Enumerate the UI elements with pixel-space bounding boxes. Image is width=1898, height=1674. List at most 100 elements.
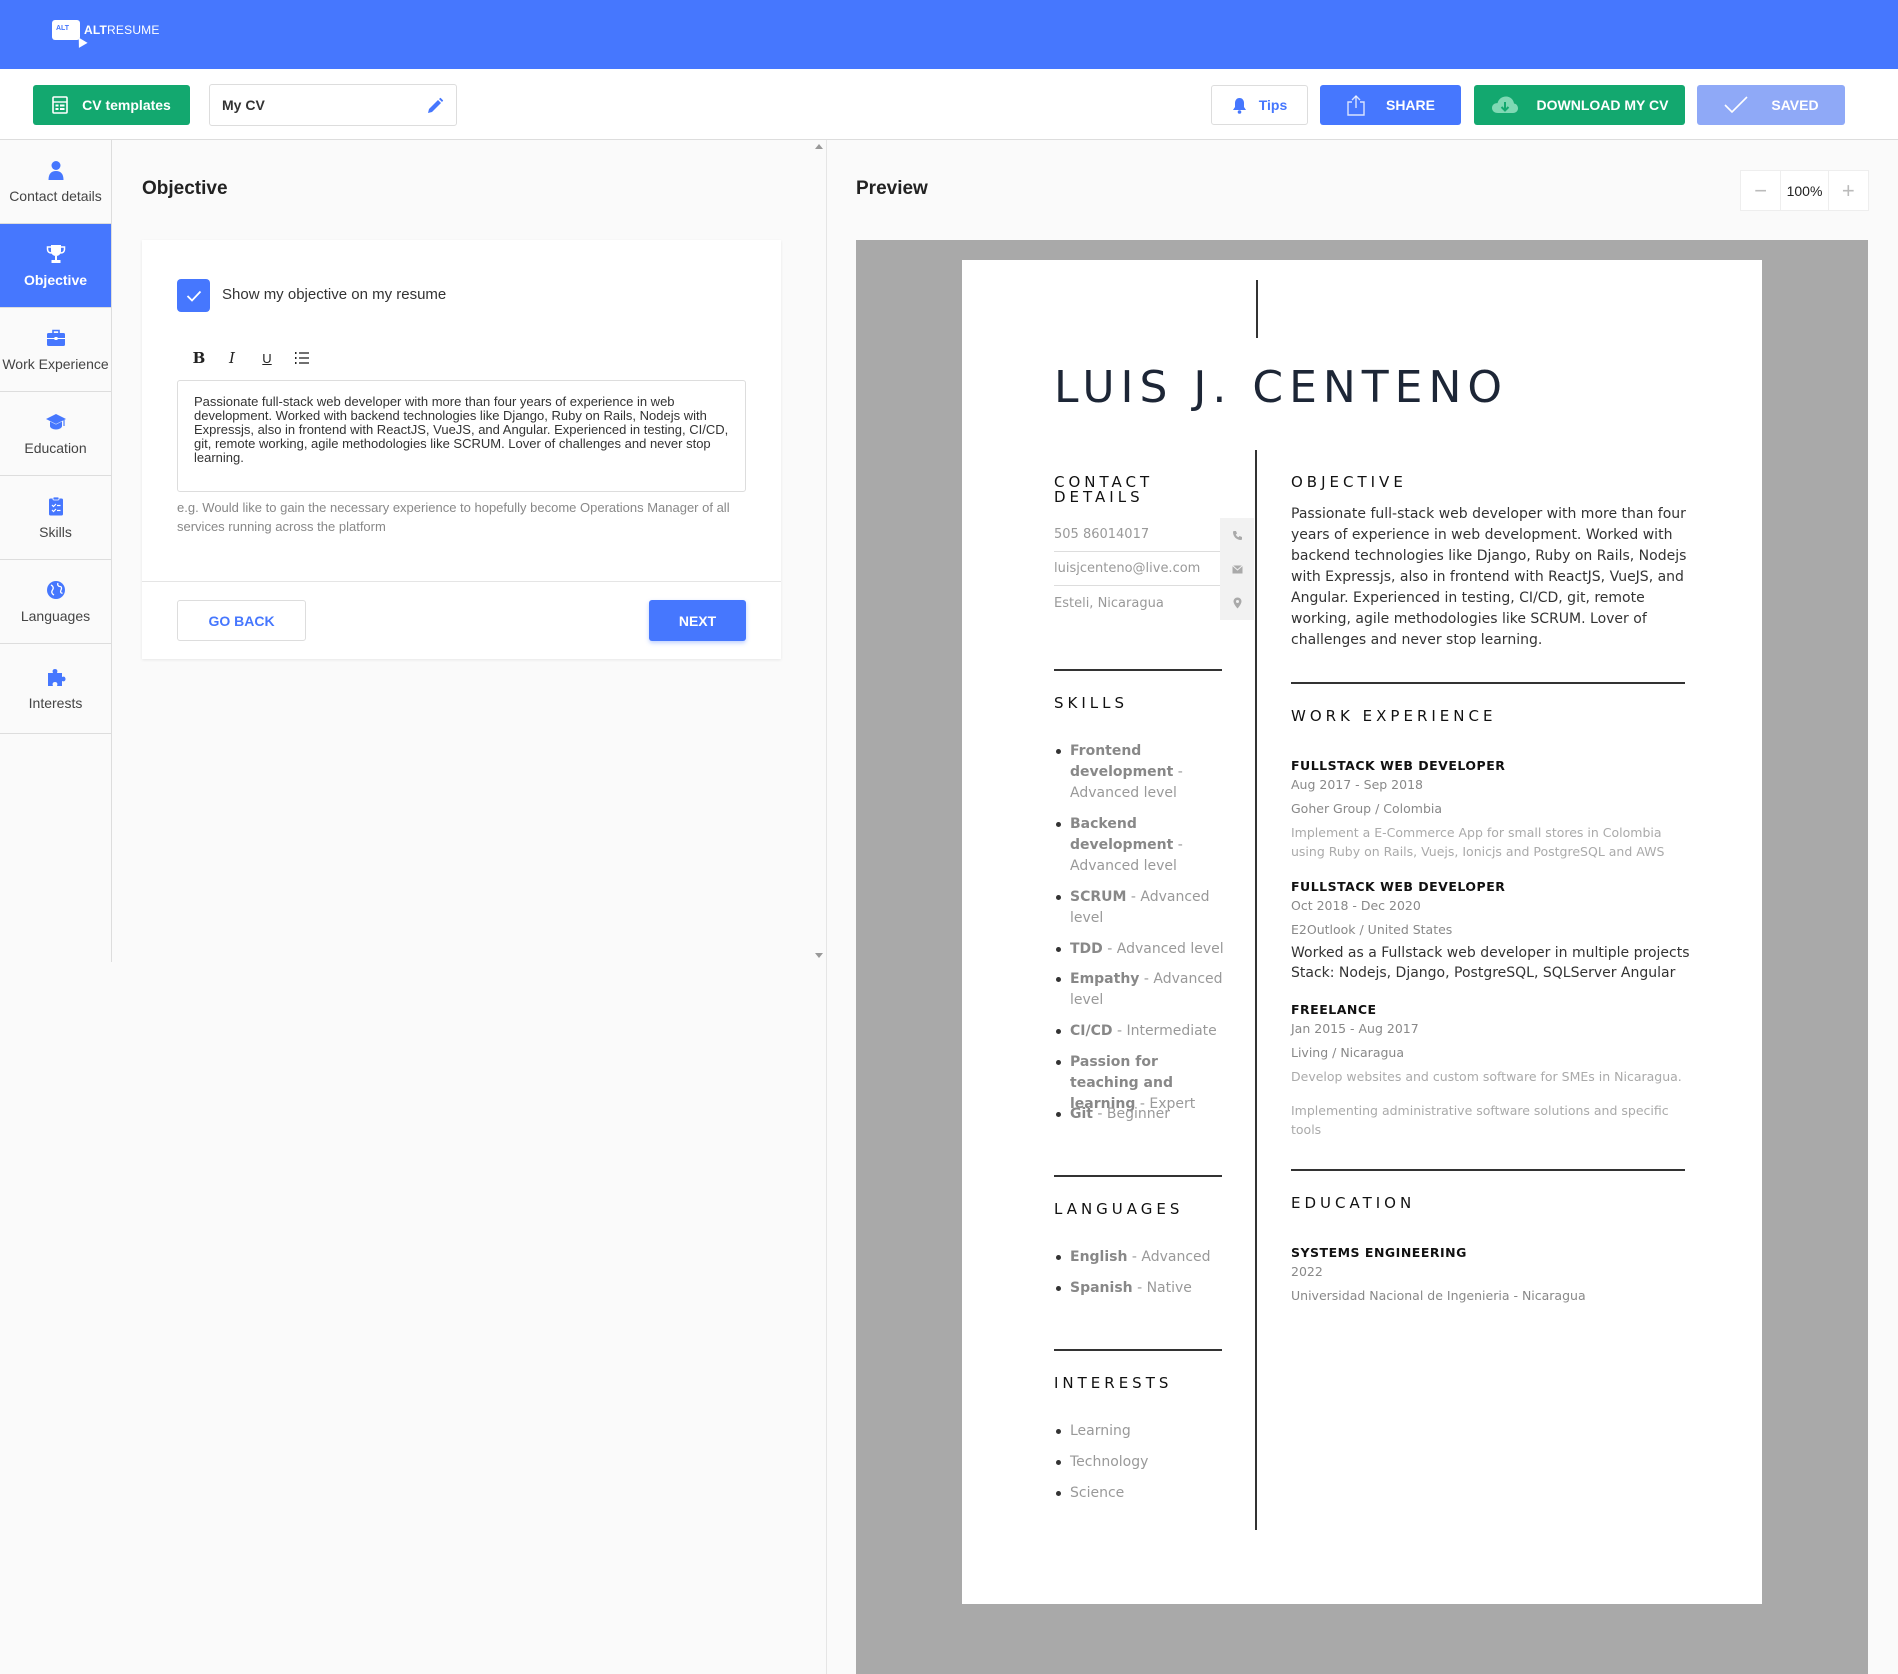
- zoom-control: − 100% +: [1740, 170, 1869, 211]
- language-item: English - Advanced: [1054, 1247, 1224, 1268]
- app-logo[interactable]: ALT ALTRESUME: [52, 20, 160, 48]
- work-rule: [1291, 682, 1685, 684]
- job-company: Goher Group / Colombia: [1291, 801, 1443, 816]
- briefcase-icon: [46, 329, 65, 346]
- job-description: Implement a E-Commerce App for small sto…: [1291, 825, 1665, 859]
- education-rule: [1291, 1169, 1685, 1171]
- objective-hint: e.g. Would like to gain the necessary ex…: [177, 500, 730, 534]
- resume-top-line: [1256, 280, 1258, 338]
- objective-text: Passionate full-stack web developer with…: [1291, 506, 1687, 648]
- cv-templates-button[interactable]: CV templates: [33, 85, 190, 125]
- graduation-cap-icon: [45, 413, 66, 429]
- share-icon: [1347, 95, 1365, 116]
- job-title: FREELANCE: [1291, 1002, 1377, 1017]
- resume-name: LUIS J. CENTENO: [1054, 362, 1509, 413]
- check-icon: [186, 290, 201, 302]
- skill-item: TDD - Advanced level: [1054, 939, 1224, 960]
- languages-heading: LANGUAGES: [1054, 1200, 1184, 1218]
- job-company: E2Outlook / United States: [1291, 922, 1453, 937]
- pencil-icon[interactable]: [426, 97, 444, 115]
- education-heading: EDUCATION: [1291, 1194, 1416, 1212]
- contact-location: Esteli, Nicaragua: [1054, 586, 1254, 620]
- person-icon: [48, 160, 63, 180]
- sidebar-item-contact-details[interactable]: Contact details: [0, 140, 111, 224]
- zoom-out-button[interactable]: −: [1741, 171, 1780, 210]
- sidebar-item-objective[interactable]: Objective: [0, 224, 111, 308]
- bell-icon: [1232, 97, 1246, 114]
- objective-textarea[interactable]: Passionate full-stack web developer with…: [177, 380, 746, 492]
- phone-icon: [1232, 530, 1242, 540]
- section-sidebar: Contact details Objective Work Experienc…: [0, 140, 112, 962]
- work-heading: WORK EXPERIENCE: [1291, 707, 1497, 725]
- objective-heading: OBJECTIVE: [1291, 473, 1407, 491]
- sidebar-item-skills[interactable]: Skills: [0, 476, 111, 560]
- trophy-icon: [46, 244, 65, 263]
- editor-scrollbar[interactable]: [812, 140, 825, 962]
- next-button[interactable]: NEXT: [649, 600, 746, 641]
- app-header: ALT ALTRESUME: [0, 0, 1898, 69]
- contact-heading: CONTACT DETAILS: [1054, 473, 1154, 506]
- tips-button[interactable]: Tips: [1211, 85, 1308, 125]
- ordered-list-icon: [295, 352, 309, 364]
- contact-phone: 505 86014017: [1054, 518, 1254, 552]
- sidebar-item-languages[interactable]: Languages: [0, 560, 111, 644]
- job-title: FULLSTACK WEB DEVELOPER: [1291, 758, 1506, 773]
- saved-button[interactable]: SAVED: [1697, 85, 1845, 125]
- skill-item: Frontend development - Advanced level: [1054, 741, 1224, 804]
- toolbar: CV templates My CV Tips SHARE DOWNLOAD M…: [0, 69, 1898, 140]
- card-divider: [142, 581, 781, 582]
- job-description: Implementing administrative software sol…: [1291, 1103, 1669, 1137]
- job-company: Living / Nicaragua: [1291, 1045, 1404, 1060]
- sidebar-item-work-experience[interactable]: Work Experience: [0, 308, 111, 392]
- sidebar-item-education[interactable]: Education: [0, 392, 111, 476]
- map-pin-icon: [1233, 597, 1241, 609]
- resume-column-divider: [1255, 450, 1257, 1530]
- interest-item: Technology: [1054, 1452, 1224, 1473]
- italic-button[interactable]: I: [220, 348, 244, 368]
- job-dates: Aug 2017 - Sep 2018: [1291, 777, 1423, 792]
- interests-heading: INTERESTS: [1054, 1374, 1173, 1392]
- degree-school: Universidad Nacional de Ingenieria - Nic…: [1291, 1288, 1586, 1303]
- show-objective-checkbox[interactable]: [177, 279, 210, 312]
- interests-rule: [1054, 1349, 1222, 1351]
- skills-rule: [1054, 669, 1222, 671]
- logo-text: ALTRESUME: [84, 23, 160, 37]
- underline-button[interactable]: U: [255, 348, 279, 368]
- job-description: Worked as a Fullstack web developer in m…: [1291, 945, 1690, 981]
- interest-item: Science: [1054, 1483, 1224, 1504]
- cloud-download-icon: [1491, 96, 1518, 113]
- globe-icon: [46, 580, 65, 599]
- template-icon: [52, 96, 68, 114]
- job-dates: Oct 2018 - Dec 2020: [1291, 898, 1421, 913]
- skill-item: SCRUM - Advanced level: [1054, 887, 1224, 929]
- skill-item: Git - Beginner: [1054, 1104, 1224, 1125]
- cv-name-field[interactable]: My CV: [209, 84, 457, 126]
- share-button[interactable]: SHARE: [1320, 85, 1461, 125]
- zoom-in-button[interactable]: +: [1829, 171, 1868, 210]
- envelope-icon: [1231, 564, 1243, 573]
- show-objective-label[interactable]: Show my objective on my resume: [222, 286, 446, 303]
- skill-item: CI/CD - Intermediate: [1054, 1021, 1224, 1042]
- languages-rule: [1054, 1175, 1222, 1177]
- sidebar-item-interests[interactable]: Interests: [0, 644, 111, 734]
- zoom-level: 100%: [1780, 171, 1829, 210]
- download-cv-button[interactable]: DOWNLOAD MY CV: [1474, 85, 1685, 125]
- go-back-button[interactable]: GO BACK: [177, 600, 306, 641]
- puzzle-icon: [47, 668, 65, 686]
- list-button[interactable]: [290, 348, 314, 368]
- clipboard-icon: [48, 496, 63, 515]
- skills-heading: SKILLS: [1054, 694, 1129, 712]
- objective-form-card: Show my objective on my resume B I U Pas…: [142, 240, 781, 659]
- interest-item: Learning: [1054, 1421, 1224, 1442]
- pane-divider: [826, 140, 827, 1674]
- editor-title: Objective: [142, 178, 228, 199]
- logo-mark: ALT: [52, 20, 88, 48]
- skill-item: Backend development - Advanced level: [1054, 814, 1224, 877]
- degree-year: 2022: [1291, 1264, 1323, 1279]
- job-title: FULLSTACK WEB DEVELOPER: [1291, 879, 1506, 894]
- bold-button[interactable]: B: [187, 348, 211, 368]
- job-dates: Jan 2015 - Aug 2017: [1291, 1021, 1419, 1036]
- job-description: Develop websites and custom software for…: [1291, 1069, 1682, 1084]
- checkmark-icon: [1724, 96, 1748, 114]
- preview-title: Preview: [856, 178, 928, 199]
